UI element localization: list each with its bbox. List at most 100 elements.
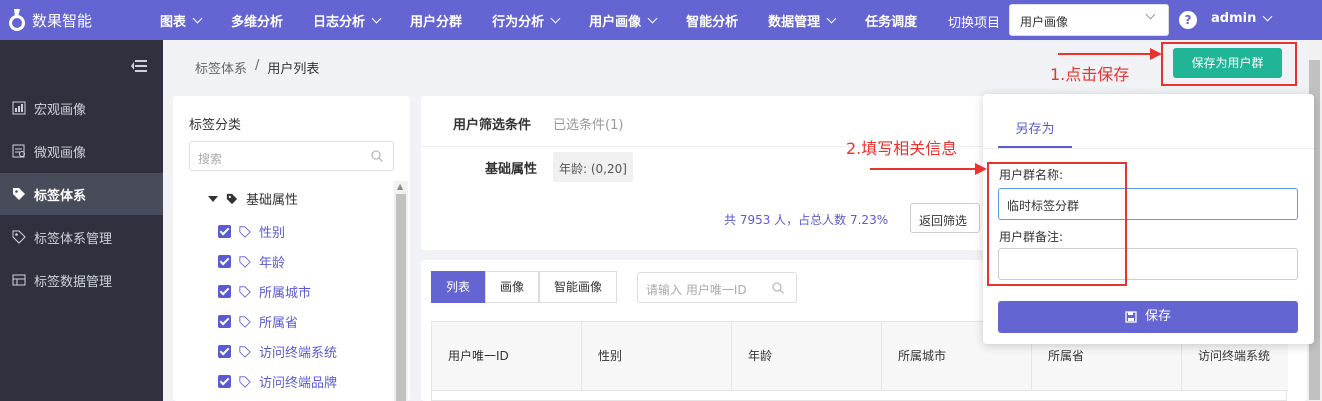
tree-item-label: 性别 xyxy=(259,226,286,241)
sidebar-item-tag-system-management[interactable]: 标签体系管理 xyxy=(0,216,163,258)
tree-item-label: 年龄 xyxy=(259,256,286,271)
search-icon xyxy=(371,150,383,162)
tree-item[interactable]: 所属省 xyxy=(218,312,298,331)
checkbox-checked[interactable] xyxy=(218,375,231,388)
nav-multidim-label: 多维分析 xyxy=(231,14,284,30)
checkbox-checked[interactable] xyxy=(218,225,231,238)
sidebar-item-label: 微观画像 xyxy=(34,145,87,161)
project-select-value: 用户画像 xyxy=(1020,15,1069,29)
selected-conditions-count: 已选条件(1) xyxy=(553,118,624,133)
nav-user-portrait[interactable]: 用户画像 xyxy=(589,11,658,30)
filter-chip[interactable]: 年龄: (0,20] xyxy=(553,152,633,182)
nav-multidim-analysis[interactable]: 多维分析 xyxy=(231,11,283,30)
chevron-down-icon xyxy=(1262,11,1273,22)
tab-save-as[interactable]: 另存为 xyxy=(999,118,1071,137)
tag-icon xyxy=(239,345,251,358)
annotation-highlight-box xyxy=(1161,42,1297,86)
tree-item[interactable]: 所属城市 xyxy=(218,282,311,301)
nav-data-label: 数据管理 xyxy=(768,14,821,30)
nav-charts-label: 图表 xyxy=(160,14,187,30)
sidebar-item-tag-data-management[interactable]: 标签数据管理 xyxy=(0,259,163,301)
project-select[interactable]: 用户画像 xyxy=(1009,4,1169,36)
tag-icon xyxy=(239,375,251,388)
breadcrumb-current: 用户列表 xyxy=(267,62,320,77)
tree-item-label: 访问终端品牌 xyxy=(259,376,338,391)
user-name: admin xyxy=(1211,11,1257,26)
sidebar-item-micro-portrait[interactable]: 微观画像 xyxy=(0,130,163,172)
checkbox-checked[interactable] xyxy=(218,255,231,268)
tree-item[interactable]: 访问终端系统 xyxy=(218,342,337,361)
nav-user-grouping[interactable]: 用户分群 xyxy=(410,11,462,30)
logo-icon xyxy=(9,9,25,31)
tab-list[interactable]: 列表 xyxy=(431,271,486,303)
sidebar: 宏观画像 微观画像 标签体系 标签体系管理 标签数据管理 xyxy=(0,40,163,401)
nav-task-label: 任务调度 xyxy=(865,14,918,30)
app-logo[interactable]: 数果智能 xyxy=(8,9,92,31)
tree-scrollbar-thumb[interactable] xyxy=(396,194,406,401)
tag-icon xyxy=(239,225,251,238)
popover-save-button[interactable]: 保存 xyxy=(998,301,1298,333)
tab-portrait[interactable]: 画像 xyxy=(485,271,540,303)
nav-task-scheduling[interactable]: 任务调度 xyxy=(865,11,917,30)
top-navbar: 数果智能 图表 多维分析 日志分析 用户分群 行为分析 用户画像 智能分析 数据… xyxy=(0,0,1322,40)
nav-smart-analysis[interactable]: 智能分析 xyxy=(686,11,738,30)
annotation-step1: 1.点击保存 xyxy=(1050,65,1130,84)
chevron-down-icon xyxy=(647,13,658,23)
sidebar-item-macro-portrait[interactable]: 宏观画像 xyxy=(0,87,163,129)
annotation-arrow-line xyxy=(870,168,980,170)
sidebar-item-label: 宏观画像 xyxy=(34,102,87,118)
data-icon xyxy=(12,274,26,286)
tab-smart-portrait[interactable]: 智能画像 xyxy=(539,271,618,303)
arrow-right-icon xyxy=(975,163,987,175)
user-menu[interactable]: admin xyxy=(1211,11,1273,26)
nav-behavior-analysis[interactable]: 行为分析 xyxy=(492,11,561,30)
tree-item[interactable]: 年龄 xyxy=(218,252,285,271)
user-id-search-placeholder: 请输入 用户唯一ID xyxy=(646,283,747,297)
scroll-up-arrow-icon[interactable]: ▲ xyxy=(397,182,403,191)
tag-icon xyxy=(239,285,251,298)
chevron-down-icon xyxy=(1145,9,1156,20)
breadcrumb-bar: 标签体系 / 用户列表 xyxy=(163,40,1322,90)
filter-title: 用户筛选条件 xyxy=(453,118,532,133)
column-header-age[interactable]: 年龄 xyxy=(732,322,882,391)
user-id-search-input[interactable]: 请输入 用户唯一ID xyxy=(637,272,797,303)
search-icon xyxy=(772,282,784,294)
sidebar-item-tag-system[interactable]: 标签体系 xyxy=(0,173,163,215)
checkbox-checked[interactable] xyxy=(218,285,231,298)
divider xyxy=(983,148,1314,149)
nav-log-label: 日志分析 xyxy=(313,14,366,30)
tree-item-label: 所属城市 xyxy=(259,286,312,301)
nav-data-management[interactable]: 数据管理 xyxy=(768,11,837,30)
checkbox-checked[interactable] xyxy=(218,315,231,328)
tree-item[interactable]: 性别 xyxy=(218,222,285,241)
breadcrumb-parent[interactable]: 标签体系 xyxy=(195,58,247,77)
nav-grouping-label: 用户分群 xyxy=(410,14,463,30)
sidebar-item-label: 标签数据管理 xyxy=(34,274,113,290)
tree-root-label: 基础属性 xyxy=(246,193,299,208)
sidebar-item-label: 标签体系 xyxy=(34,188,87,204)
sidebar-item-label: 标签体系管理 xyxy=(34,231,113,247)
annotation-step2: 2.填写相关信息 xyxy=(846,139,958,158)
logo-text: 数果智能 xyxy=(32,11,93,30)
nav-behavior-label: 行为分析 xyxy=(492,14,545,30)
tree-item-label: 访问终端系统 xyxy=(259,346,338,361)
tree-item-label: 所属省 xyxy=(259,316,299,331)
view-tabs: 列表 画像 智能画像 xyxy=(431,271,618,303)
nav-charts[interactable]: 图表 xyxy=(160,11,203,30)
tag-search-placeholder: 搜索 xyxy=(198,152,223,166)
popover-save-label: 保存 xyxy=(1144,309,1171,324)
column-header-user-id[interactable]: 用户唯一ID xyxy=(432,322,582,391)
back-to-filter-button[interactable]: 返回筛选 xyxy=(910,203,980,233)
tag-category-title: 标签分类 xyxy=(189,118,242,133)
menu-collapse-icon[interactable] xyxy=(131,60,147,72)
nav-log-analysis[interactable]: 日志分析 xyxy=(313,11,382,30)
tag-icon xyxy=(239,315,251,328)
chart-icon xyxy=(12,101,26,115)
column-header-gender[interactable]: 性别 xyxy=(582,322,732,391)
checkbox-checked[interactable] xyxy=(218,345,231,358)
tag-search-input[interactable]: 搜索 xyxy=(189,141,394,171)
tree-item[interactable]: 访问终端品牌 xyxy=(218,372,337,391)
help-icon[interactable]: ? xyxy=(1179,11,1197,29)
tree-node-basic-attributes[interactable]: 基础属性 xyxy=(208,189,298,208)
chevron-down-icon xyxy=(192,13,203,23)
